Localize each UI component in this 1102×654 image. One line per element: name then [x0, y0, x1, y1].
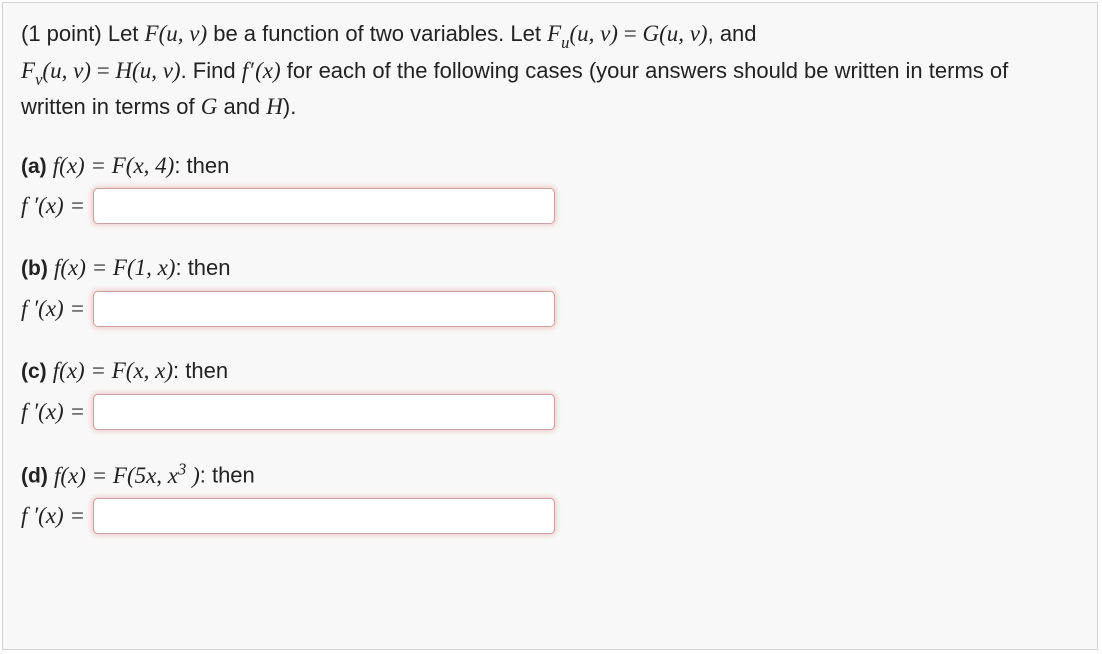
part-a-input[interactable]	[93, 188, 555, 224]
part-b-answer-line: f ′(x) =	[21, 291, 1079, 327]
math-Fv: Fv(u, v)	[21, 58, 91, 83]
intro-end: ).	[283, 94, 296, 119]
intro-text-3: , and	[708, 21, 757, 46]
problem-statement: (1 point) Let F(u, v) be a function of t…	[21, 17, 1079, 124]
and-text: and	[217, 94, 266, 119]
part-d-input[interactable]	[93, 498, 555, 534]
math-fprime: f′(x)	[242, 58, 281, 83]
math-G-uv: G(u, v)	[642, 21, 707, 46]
intro-text-6: written in terms of	[21, 94, 201, 119]
part-a-prefix: f ′(x) =	[21, 193, 85, 219]
part-c-then: : then	[173, 358, 228, 383]
part-a-equation: f(x) = F(x, 4)	[53, 153, 175, 178]
part-a-answer-line: f ′(x) =	[21, 188, 1079, 224]
part-b-label: (b) f(x) = F(1, x): then	[21, 250, 1079, 287]
part-c-letter: (c)	[21, 360, 47, 383]
part-c-prefix: f ′(x) =	[21, 399, 85, 425]
math-Fu: Fu(u, v)	[547, 21, 618, 46]
points-label: (1 point)	[21, 21, 108, 46]
part-d-label: (d) f(x) = F(5x, x3 ): then	[21, 456, 1079, 494]
part-d: (d) f(x) = F(5x, x3 ): then f ′(x) =	[21, 456, 1079, 534]
part-a: (a) f(x) = F(x, 4): then f ′(x) =	[21, 148, 1079, 225]
part-b-then: : then	[175, 255, 230, 280]
part-d-answer-line: f ′(x) =	[21, 498, 1079, 534]
part-d-then: : then	[200, 463, 255, 488]
part-d-letter: (d)	[21, 465, 48, 488]
part-d-prefix: f ′(x) =	[21, 503, 85, 529]
eq-sign-2: =	[91, 58, 115, 83]
part-c-answer-line: f ′(x) =	[21, 394, 1079, 430]
part-b-input[interactable]	[93, 291, 555, 327]
problem-container: (1 point) Let F(u, v) be a function of t…	[2, 2, 1098, 650]
part-c-label: (c) f(x) = F(x, x): then	[21, 353, 1079, 390]
part-a-label: (a) f(x) = F(x, 4): then	[21, 148, 1079, 185]
part-c-equation: f(x) = F(x, x)	[53, 358, 173, 383]
math-G: G	[201, 94, 218, 119]
math-H: H	[266, 94, 283, 119]
part-c-input[interactable]	[93, 394, 555, 430]
part-b-letter: (b)	[21, 257, 48, 280]
part-d-equation: f(x) = F(5x, x3 )	[54, 463, 200, 488]
math-H-uv: H(u, v)	[115, 58, 180, 83]
part-b: (b) f(x) = F(1, x): then f ′(x) =	[21, 250, 1079, 327]
intro-text-1: Let	[108, 21, 145, 46]
intro-text-5: for each of the following cases (your an…	[281, 58, 1009, 83]
part-b-equation: f(x) = F(1, x)	[54, 255, 176, 280]
math-F-uv: F(u, v)	[145, 21, 208, 46]
part-a-letter: (a)	[21, 155, 47, 178]
intro-text-4: . Find	[181, 58, 242, 83]
part-c: (c) f(x) = F(x, x): then f ′(x) =	[21, 353, 1079, 430]
eq-sign-1: =	[618, 21, 642, 46]
intro-text-2: be a function of two variables. Let	[207, 21, 547, 46]
part-b-prefix: f ′(x) =	[21, 296, 85, 322]
part-a-then: : then	[174, 153, 229, 178]
